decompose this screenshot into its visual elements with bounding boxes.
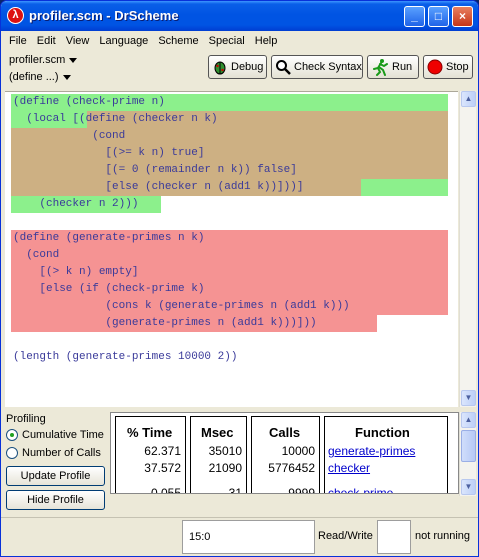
run-label: Run bbox=[392, 61, 413, 73]
lambda-app-icon: λ bbox=[7, 7, 24, 24]
radio-cumulative-time[interactable]: Cumulative Time bbox=[6, 429, 104, 441]
code-line: (cons k (generate-primes n (add1 k))) bbox=[13, 300, 350, 312]
code-line: [else (if (check-prime k) bbox=[13, 283, 205, 295]
stop-label: Stop bbox=[446, 61, 469, 73]
header-msec: Msec bbox=[201, 425, 234, 440]
define-dropdown-label: (define ...) bbox=[9, 71, 59, 83]
cell-msec: 21090 bbox=[208, 461, 242, 475]
cell-calls: 5776452 bbox=[268, 461, 315, 475]
code-line: [(> k n) empty] bbox=[13, 266, 139, 278]
code-line: (checker n 2))) bbox=[13, 198, 139, 210]
function-link[interactable]: checker bbox=[328, 461, 370, 475]
code-line: (generate-primes n (add1 k)))])) bbox=[13, 317, 317, 329]
radio-unselected-icon bbox=[6, 447, 18, 459]
drscheme-window: λ profiler.scm - DrScheme _ □ × File Edi… bbox=[0, 0, 479, 557]
cell-pct: 0.055 bbox=[150, 486, 181, 494]
menu-view[interactable]: View bbox=[66, 35, 90, 47]
code-line: (cond bbox=[13, 249, 60, 261]
cell-msec: 35010 bbox=[208, 444, 242, 458]
file-dropdown-label: profiler.scm bbox=[9, 54, 66, 66]
check-syntax-button[interactable]: Check Syntax bbox=[271, 55, 363, 79]
title-bar[interactable]: λ profiler.scm - DrScheme _ □ × bbox=[1, 1, 478, 31]
menu-scheme[interactable]: Scheme bbox=[158, 35, 198, 47]
runner-icon bbox=[371, 58, 389, 76]
scroll-up-arrow-icon[interactable]: ▲ bbox=[461, 412, 476, 428]
scroll-down-arrow-icon[interactable]: ▼ bbox=[461, 479, 476, 495]
code-line: (define (check-prime n) bbox=[13, 96, 165, 108]
radio-selected-icon bbox=[6, 429, 18, 441]
profile-scrollbar[interactable]: ▲ ▼ bbox=[459, 412, 476, 496]
highlight-green bbox=[361, 179, 448, 196]
minimize-button[interactable]: _ bbox=[404, 6, 425, 27]
cursor-position: 15:0 bbox=[189, 531, 211, 543]
definitions-editor[interactable]: (define (check-prime n) (local [(define … bbox=[5, 91, 458, 407]
scroll-down-arrow-icon[interactable]: ▼ bbox=[461, 390, 476, 406]
file-dropdown[interactable]: profiler.scm bbox=[9, 54, 78, 66]
position-field: 15:0 bbox=[182, 520, 315, 554]
column-pct-time: % Time 62.371 37.572 0.055 bbox=[115, 416, 186, 494]
run-button[interactable]: Run bbox=[367, 55, 419, 79]
status-bar: 15:0 Read/Write not running bbox=[1, 517, 478, 556]
code-line: [(= 0 (remainder n k)) false] bbox=[13, 164, 297, 176]
profile-panel: Profiling Cumulative Time Number of Call… bbox=[1, 410, 478, 517]
radio-calls-label: Number of Calls bbox=[22, 447, 101, 459]
menu-help[interactable]: Help bbox=[255, 35, 278, 47]
menu-bar: File Edit View Language Scheme Special H… bbox=[1, 31, 478, 51]
define-dropdown[interactable]: (define ...) bbox=[9, 71, 71, 83]
function-link[interactable]: generate-primes bbox=[328, 444, 415, 458]
cell-calls: 9999 bbox=[288, 486, 315, 494]
maximize-button[interactable]: □ bbox=[428, 6, 449, 27]
toolbar: profiler.scm (define ...) Debug Check Sy… bbox=[1, 51, 478, 91]
cell-calls: 10000 bbox=[281, 444, 315, 458]
function-link[interactable]: check-prime bbox=[328, 486, 393, 493]
column-msec: Msec 35010 21090 31 bbox=[190, 416, 247, 494]
cell-pct: 37.572 bbox=[144, 461, 181, 475]
radio-number-of-calls[interactable]: Number of Calls bbox=[6, 447, 101, 459]
scroll-up-arrow-icon[interactable]: ▲ bbox=[461, 91, 476, 107]
menu-edit[interactable]: Edit bbox=[37, 35, 56, 47]
code-line: (local [(define (checker n k) bbox=[13, 113, 218, 125]
scroll-thumb[interactable] bbox=[461, 430, 476, 462]
read-write-mode: Read/Write bbox=[318, 530, 373, 542]
code-line: (define (generate-primes n k) bbox=[13, 232, 205, 244]
close-button[interactable]: × bbox=[452, 6, 473, 27]
run-status: not running bbox=[415, 530, 471, 542]
radio-cumulative-label: Cumulative Time bbox=[22, 429, 104, 441]
editor-scrollbar[interactable]: ▲ ▼ bbox=[459, 91, 476, 407]
menu-language[interactable]: Language bbox=[99, 35, 148, 47]
running-indicator bbox=[377, 520, 411, 554]
code-line: (length (generate-primes 10000 2)) bbox=[13, 351, 238, 363]
profiling-label: Profiling bbox=[6, 413, 46, 425]
cell-pct: 62.371 bbox=[144, 444, 181, 458]
hide-profile-button[interactable]: Hide Profile bbox=[6, 490, 105, 510]
menu-special[interactable]: Special bbox=[209, 35, 245, 47]
window-title: profiler.scm - DrScheme bbox=[29, 8, 179, 23]
column-function: Function generate-primes checker check-p… bbox=[324, 416, 448, 493]
bug-icon bbox=[212, 58, 228, 76]
check-syntax-label: Check Syntax bbox=[294, 61, 362, 73]
chevron-down-icon bbox=[69, 57, 78, 63]
cell-msec: 31 bbox=[228, 486, 242, 494]
code-line: [else (checker n (add1 k))]))] bbox=[13, 181, 304, 193]
stop-sign-icon bbox=[427, 58, 443, 76]
code-line: (cond bbox=[13, 130, 126, 142]
update-profile-button[interactable]: Update Profile bbox=[6, 466, 105, 486]
profile-table: % Time 62.371 37.572 0.055 Msec 35010 21… bbox=[110, 412, 459, 494]
header-calls: Calls bbox=[269, 425, 301, 440]
menu-file[interactable]: File bbox=[9, 35, 27, 47]
magnifier-icon bbox=[275, 58, 291, 76]
debug-label: Debug bbox=[231, 61, 264, 73]
chevron-down-icon bbox=[62, 74, 71, 80]
column-calls: Calls 10000 5776452 9999 bbox=[251, 416, 320, 494]
code-line: [(>= k n) true] bbox=[13, 147, 205, 159]
header-function: Function bbox=[355, 425, 410, 440]
stop-button[interactable]: Stop bbox=[423, 55, 473, 79]
header-pct-time: % Time bbox=[127, 425, 173, 440]
debug-button[interactable]: Debug bbox=[208, 55, 267, 79]
